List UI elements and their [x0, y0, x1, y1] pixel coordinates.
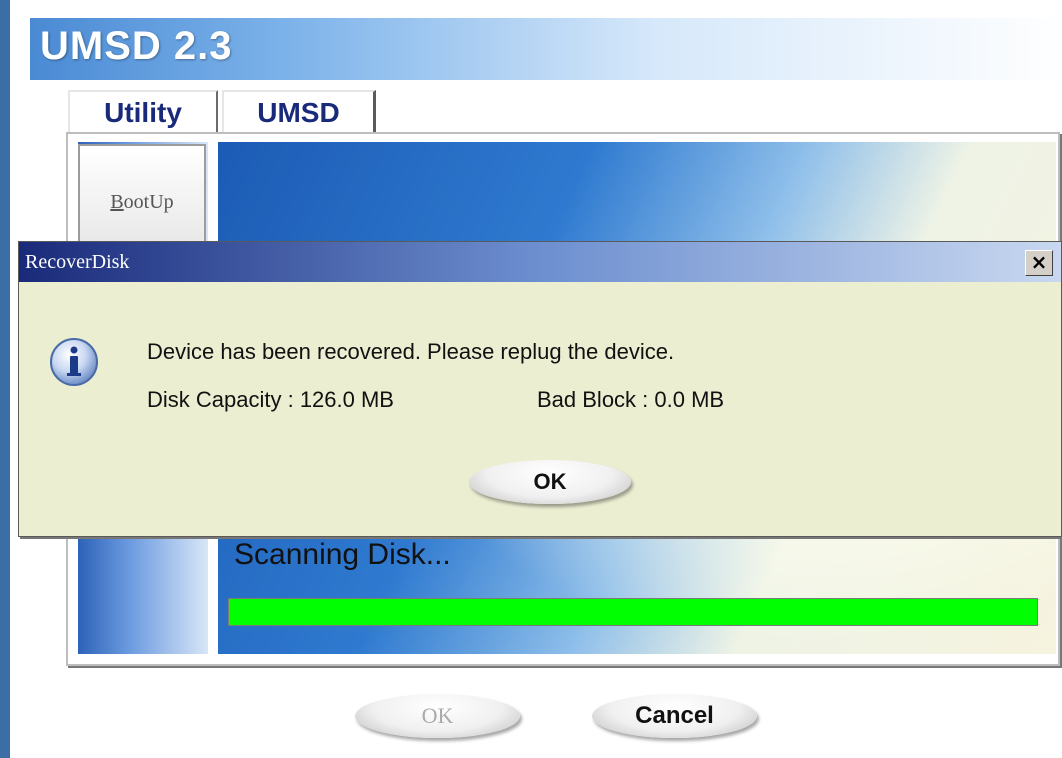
scan-progress-bar — [228, 598, 1038, 626]
bad-block: Bad Block : 0.0 MB — [537, 387, 725, 412]
dialog-title: RecoverDisk — [25, 251, 130, 273]
bootup-label: ootUp — [123, 191, 174, 213]
disk-capacity: Disk Capacity : 126.0 MB — [147, 387, 394, 412]
ok-button-disabled[interactable]: OK — [355, 694, 520, 738]
app-title: UMSD 2.3 — [40, 24, 233, 68]
bootup-button[interactable]: BootUp — [78, 144, 206, 244]
tab-umsd[interactable]: UMSD — [222, 90, 376, 136]
tab-utility[interactable]: Utility — [68, 90, 218, 136]
scan-status-label: Scanning Disk... — [234, 538, 451, 571]
cancel-button[interactable]: Cancel — [592, 694, 757, 738]
close-button[interactable]: × — [1025, 250, 1053, 276]
recover-disk-dialog: RecoverDisk × Device has been recovered.… — [18, 241, 1062, 537]
scan-progress-fill — [229, 599, 1037, 625]
info-icon — [50, 338, 98, 386]
bootup-mnemonic: B — [110, 191, 124, 213]
dialog-message: Device has been recovered. Please replug… — [147, 339, 675, 364]
dialog-ok-button[interactable]: OK — [469, 460, 631, 504]
app-title-banner: UMSD 2.3 — [30, 18, 1062, 80]
dialog-titlebar: RecoverDisk × — [19, 242, 1061, 282]
